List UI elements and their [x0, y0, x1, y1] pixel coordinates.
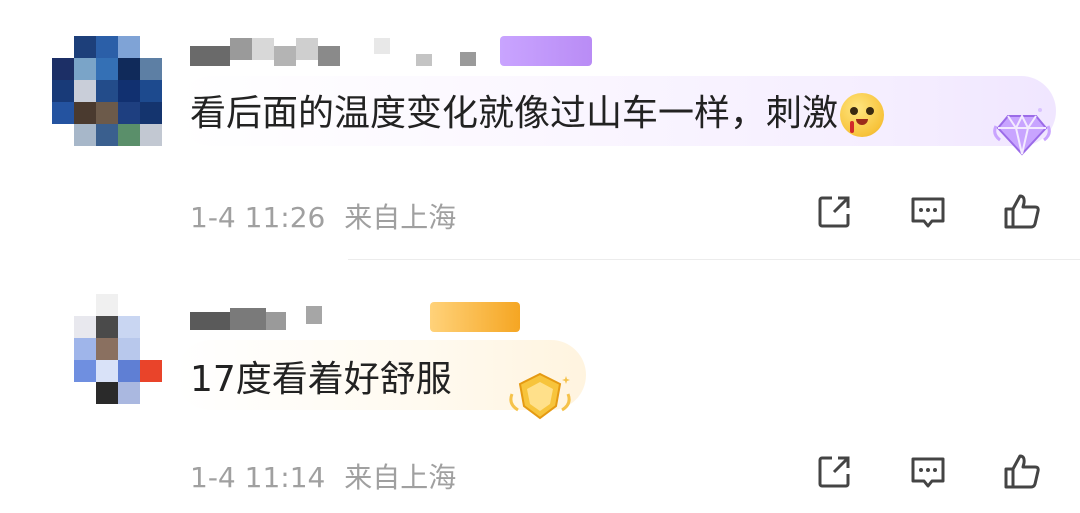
- comment-meta: 1-4 11:14 来自上海: [190, 456, 456, 496]
- comment-icon[interactable]: [908, 452, 948, 492]
- avatar[interactable]: [52, 294, 162, 404]
- comment-actions: [814, 192, 1042, 232]
- thumbs-up-icon[interactable]: [1002, 452, 1042, 492]
- comment-time: 1-4 11:14: [190, 461, 326, 494]
- comment-actions: [814, 452, 1042, 492]
- divider: [348, 259, 1080, 260]
- share-icon[interactable]: [814, 192, 854, 232]
- gold-shield-badge: [509, 372, 571, 420]
- comment-item: 看后面的温度变化就像过山车一样，刺激 1-4 11:26 来自上海: [0, 0, 1080, 262]
- comment-time: 1-4 11:26: [190, 201, 326, 234]
- comment-meta: 1-4 11:26 来自上海: [190, 196, 456, 236]
- comment-item: 17度看着好舒服 1-4 11:14 来自上海: [0, 262, 1080, 513]
- comment-text[interactable]: 看后面的温度变化就像过山车一样，刺激: [190, 91, 885, 137]
- flushed-bleeding-emoji: [840, 93, 885, 137]
- comment-icon[interactable]: [908, 192, 948, 232]
- share-icon[interactable]: [814, 452, 854, 492]
- vip-tag: [430, 302, 520, 332]
- comment-location: 来自上海: [344, 461, 457, 494]
- thumbs-up-icon[interactable]: [1002, 192, 1042, 232]
- purple-diamond-badge: [993, 108, 1051, 156]
- avatar[interactable]: [52, 36, 162, 146]
- comment-text[interactable]: 17度看着好舒服: [190, 357, 452, 403]
- vip-tag: [500, 36, 592, 66]
- comment-location: 来自上海: [344, 201, 457, 234]
